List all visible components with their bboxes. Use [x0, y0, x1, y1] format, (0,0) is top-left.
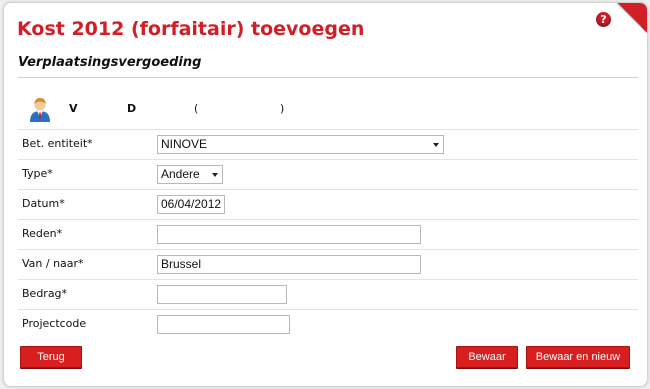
- reason-field[interactable]: [157, 225, 421, 244]
- save-button[interactable]: Bewaar: [456, 346, 518, 368]
- dialog: Kost 2012 (forfaitair) toevoegen ? Verpl…: [3, 2, 648, 387]
- form-row-route: Van / naar* Brussel: [18, 249, 638, 280]
- chevron-down-icon: [433, 143, 439, 147]
- back-button[interactable]: Terug: [20, 346, 82, 368]
- entity-select-value: NINOVE: [161, 137, 208, 151]
- person-paren-close: ): [280, 102, 285, 115]
- person-paren-open: (: [194, 102, 199, 115]
- date-field[interactable]: 06/04/2012: [157, 195, 225, 214]
- user-avatar-icon: [30, 98, 50, 122]
- person-last-name: D: [127, 102, 137, 115]
- help-icon[interactable]: ?: [596, 12, 611, 27]
- type-label: Type*: [22, 167, 53, 180]
- reason-label: Reden*: [22, 227, 63, 240]
- route-field[interactable]: Brussel: [157, 255, 421, 274]
- type-select[interactable]: Andere: [157, 165, 223, 184]
- type-select-value: Andere: [161, 167, 200, 181]
- person-first-name: V: [69, 102, 78, 115]
- form-row-type: Type* Andere: [18, 159, 638, 190]
- page-curl-icon: [617, 3, 647, 33]
- form-row-project: Projectcode: [18, 309, 638, 340]
- form-row-reason: Reden*: [18, 219, 638, 250]
- route-label: Van / naar*: [22, 257, 84, 270]
- chevron-down-icon: [212, 173, 218, 177]
- project-code-field[interactable]: [157, 315, 290, 334]
- entity-label: Bet. entiteit*: [22, 137, 93, 150]
- date-label: Datum*: [22, 197, 65, 210]
- dialog-title: Kost 2012 (forfaitair) toevoegen: [17, 18, 365, 40]
- divider: [18, 77, 638, 78]
- section-subtitle: Verplaatsingsvergoeding: [18, 55, 202, 70]
- form-row-date: Datum* 06/04/2012: [18, 189, 638, 220]
- form-row-amount: Bedrag*: [18, 279, 638, 310]
- entity-select[interactable]: NINOVE: [157, 135, 444, 154]
- amount-label: Bedrag*: [22, 287, 68, 300]
- project-label: Projectcode: [22, 317, 87, 330]
- form-row-entity: Bet. entiteit* NINOVE: [18, 129, 638, 160]
- amount-field[interactable]: [157, 285, 287, 304]
- save-and-new-button[interactable]: Bewaar en nieuw: [526, 346, 630, 368]
